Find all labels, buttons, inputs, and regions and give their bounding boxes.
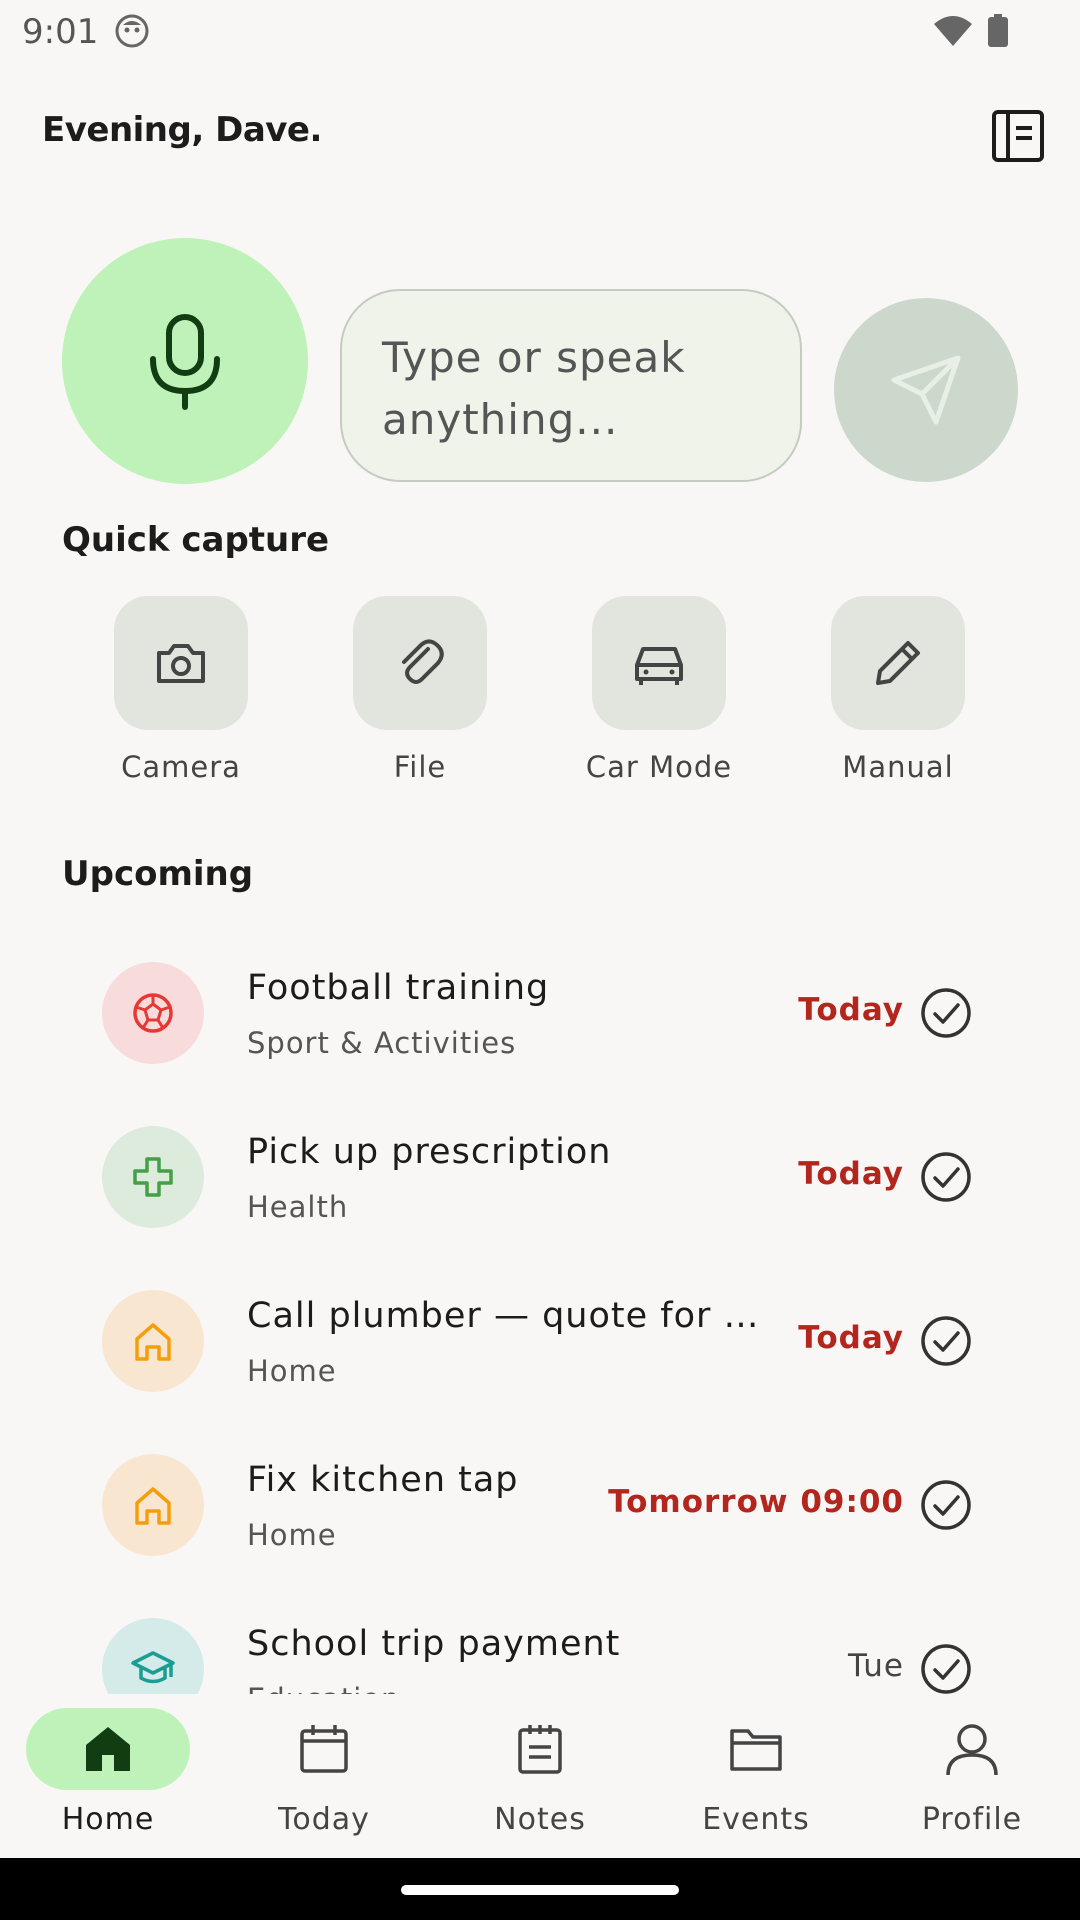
folder-icon — [730, 1729, 782, 1771]
list-item[interactable]: Pick up prescription Health Today — [0, 1126, 1080, 1290]
nav-label: Home — [61, 1802, 155, 1837]
quick-capture-title: Quick capture — [62, 520, 330, 560]
quick-capture-label: Car Mode — [585, 750, 733, 784]
paperclip-icon — [402, 639, 444, 684]
check-circle-icon[interactable] — [920, 1151, 972, 1203]
item-title: School trip payment — [247, 1624, 621, 1664]
nav-label: Notes — [494, 1802, 586, 1837]
nav-label: Today — [278, 1802, 370, 1837]
category-badge — [102, 1454, 204, 1556]
item-category: Sport & Activities — [247, 1026, 517, 1060]
camera-icon — [157, 644, 205, 683]
mic-button[interactable] — [62, 238, 308, 484]
journal-icon[interactable] — [990, 108, 1046, 164]
file-tile[interactable] — [353, 596, 487, 730]
upcoming-list[interactable]: Football training Sport & Activities Tod… — [0, 950, 1080, 1694]
item-due: Tomorrow 09:00 — [608, 1484, 904, 1520]
quick-capture-file[interactable]: File — [320, 596, 520, 784]
send-button[interactable] — [834, 298, 1018, 482]
item-due: Today — [798, 1156, 904, 1192]
check-circle-icon[interactable] — [920, 987, 972, 1039]
car-tile[interactable] — [592, 596, 726, 730]
item-title: Football training — [247, 968, 550, 1008]
upcoming-title: Upcoming — [62, 854, 254, 894]
quick-capture-label: Manual — [842, 750, 954, 784]
send-icon — [891, 355, 961, 425]
list-item[interactable]: Football training Sport & Activities Tod… — [0, 962, 1080, 1126]
home-icon — [86, 1727, 130, 1771]
nav-label: Profile — [921, 1802, 1023, 1837]
mic-icon — [150, 314, 220, 410]
home-icon — [135, 1487, 171, 1525]
item-category: Education — [247, 1682, 400, 1694]
nav-today[interactable]: Today — [216, 1708, 432, 1837]
item-category: Health — [247, 1190, 349, 1224]
nav-notes-indicator[interactable] — [458, 1708, 622, 1790]
quick-capture-camera[interactable]: Camera — [81, 596, 281, 784]
person-icon — [946, 1724, 998, 1776]
category-badge — [102, 1618, 204, 1694]
check-circle-icon[interactable] — [920, 1643, 972, 1694]
bottom-navigation: Home Today Notes Events Profile — [0, 1694, 1080, 1858]
capture-input[interactable]: Type or speak anything... — [340, 289, 802, 482]
item-due: Today — [798, 992, 904, 1028]
check-circle-icon[interactable] — [920, 1315, 972, 1367]
nav-home[interactable]: Home — [0, 1708, 216, 1837]
quick-capture-label: Camera — [121, 750, 241, 784]
status-time: 9:01 — [22, 12, 99, 52]
nav-home-indicator[interactable] — [26, 1708, 190, 1790]
quick-capture-manual[interactable]: Manual — [798, 596, 998, 784]
camera-tile[interactable] — [114, 596, 248, 730]
nav-label: Events — [702, 1802, 810, 1837]
list-item[interactable]: School trip payment Education Tue — [0, 1618, 1080, 1694]
list-item[interactable]: Call plumber — quote for bat... Home Tod… — [0, 1290, 1080, 1454]
item-category: Home — [247, 1354, 337, 1388]
greeting: Evening, Dave. — [42, 110, 322, 150]
item-due: Today — [798, 1320, 904, 1356]
calendar-icon — [300, 1725, 348, 1773]
quick-capture-label: File — [393, 750, 447, 784]
item-due: Tue — [848, 1648, 904, 1684]
pencil-icon — [876, 641, 920, 685]
gesture-handle[interactable] — [401, 1885, 679, 1895]
item-title: Fix kitchen tap — [247, 1460, 519, 1500]
check-circle-icon[interactable] — [920, 1479, 972, 1531]
home-icon — [135, 1323, 171, 1361]
category-badge — [102, 1290, 204, 1392]
category-badge — [102, 1126, 204, 1228]
item-category: Home — [247, 1518, 337, 1552]
football-icon — [133, 993, 173, 1033]
item-title: Pick up prescription — [247, 1132, 612, 1172]
list-item[interactable]: Fix kitchen tap Home Tomorrow 09:00 — [0, 1454, 1080, 1618]
car-icon — [635, 647, 683, 685]
medical-cross-icon — [133, 1157, 173, 1197]
avatar-icon — [115, 14, 149, 48]
nav-profile-indicator[interactable] — [890, 1708, 1054, 1790]
nav-today-indicator[interactable] — [242, 1708, 406, 1790]
battery-icon — [988, 14, 1008, 47]
wifi-icon — [934, 16, 972, 46]
item-title: Call plumber — quote for bat... — [247, 1296, 767, 1336]
nav-notes[interactable]: Notes — [432, 1708, 648, 1837]
quick-capture-car-mode[interactable]: Car Mode — [559, 596, 759, 784]
nav-events[interactable]: Events — [648, 1708, 864, 1837]
graduation-cap-icon — [131, 1651, 175, 1684]
nav-profile[interactable]: Profile — [864, 1708, 1080, 1837]
category-badge — [102, 962, 204, 1064]
manual-tile[interactable] — [831, 596, 965, 730]
nav-events-indicator[interactable] — [674, 1708, 838, 1790]
notepad-icon — [518, 1725, 562, 1774]
